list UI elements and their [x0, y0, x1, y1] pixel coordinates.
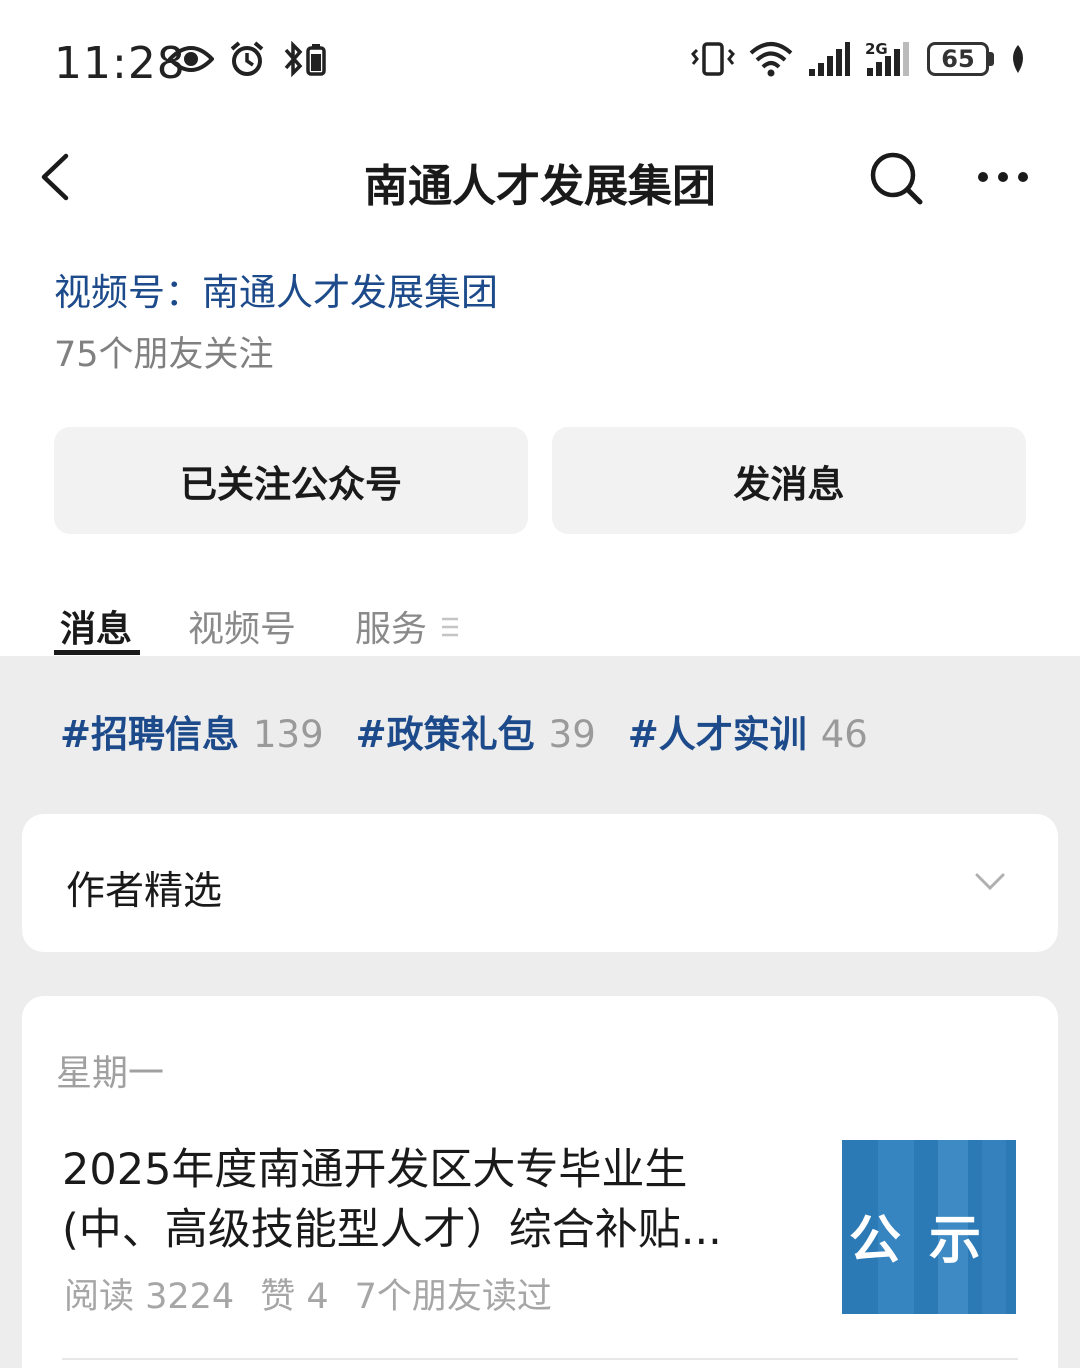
send-message-button[interactable]: 发消息 — [552, 427, 1026, 534]
author-picks-dropdown[interactable]: 作者精选 — [22, 814, 1058, 952]
battery-level: 65 — [927, 42, 989, 76]
article-title[interactable]: 2025年度南通开发区大专毕业生 (中、高级技能型人才）综合补贴... — [62, 1140, 782, 1260]
active-tab-indicator — [54, 650, 140, 655]
hashtag-item[interactable]: #政策礼包 39 — [356, 704, 596, 758]
chevron-down-icon — [974, 872, 1006, 896]
svg-text:2G: 2G — [865, 40, 888, 58]
search-button[interactable] — [868, 150, 924, 206]
video-channel-link[interactable]: 视频号：南通人才发展集团 — [54, 262, 498, 316]
signal-2g-icon: 2G — [865, 40, 913, 78]
followed-account-button[interactable]: 已关注公众号 — [54, 427, 528, 534]
article-card: 星期一 2025年度南通开发区大专毕业生 (中、高级技能型人才）综合补贴... … — [22, 996, 1058, 1368]
tab-services[interactable]: 服务 — [355, 600, 427, 652]
eye-icon — [168, 43, 214, 75]
signal-icon — [807, 41, 851, 77]
article-thumbnail[interactable]: 公示 — [842, 1140, 1016, 1314]
search-icon — [870, 152, 923, 205]
tab-bar: 消息 视频号 服务 — [0, 590, 1080, 656]
friends-read: 7个朋友读过 — [354, 1277, 552, 1317]
more-button[interactable] — [976, 162, 1030, 192]
more-icon — [978, 172, 1028, 182]
divider — [62, 1358, 1018, 1360]
status-bar: 11:28 2G 65 — [0, 0, 1080, 120]
tab-video-channel[interactable]: 视频号 — [188, 600, 296, 652]
author-picks-title: 作者精选 — [66, 869, 223, 914]
hashtag-list: #招聘信息 139 #政策礼包 39 #人才实训 46 — [60, 704, 868, 758]
nav-bar: 南通人才发展集团 — [0, 120, 1080, 235]
hashtag-item[interactable]: #招聘信息 139 — [60, 704, 324, 758]
bluetooth-icon — [280, 40, 328, 78]
vibrate-icon — [691, 40, 735, 78]
date-label: 星期一 — [56, 1053, 165, 1094]
leaf-icon — [1008, 43, 1028, 75]
read-count: 阅读 3224 — [64, 1277, 235, 1317]
alarm-icon — [228, 40, 266, 78]
followers-count: 75个朋友关注 — [54, 335, 274, 375]
thumbnail-text: 公示 — [848, 1211, 1009, 1271]
menu-lines-icon — [440, 616, 460, 642]
status-time: 11:28 — [54, 38, 186, 89]
like-count: 赞 4 — [260, 1277, 329, 1317]
battery-icon: 65 — [927, 42, 994, 76]
tab-messages[interactable]: 消息 — [60, 600, 132, 652]
article-meta: 阅读 3224 赞 4 7个朋友读过 — [64, 1268, 552, 1319]
wifi-icon — [749, 41, 793, 77]
hashtag-item[interactable]: #人才实训 46 — [628, 704, 868, 758]
